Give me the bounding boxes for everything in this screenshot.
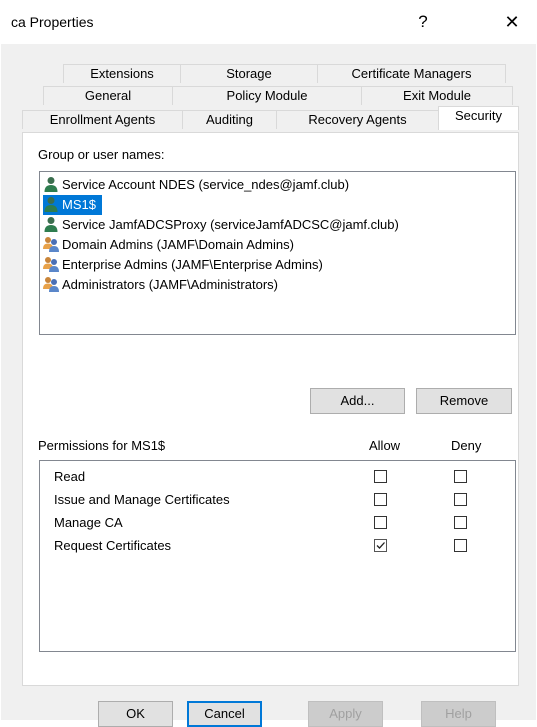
principal-item[interactable]: Service JamfADCSProxy (serviceJamfADCSC@… bbox=[43, 215, 405, 235]
help-button[interactable]: ? bbox=[403, 8, 443, 36]
permission-name: Issue and Manage Certificates bbox=[54, 492, 230, 507]
allow-checkbox-issue-manage[interactable] bbox=[374, 493, 387, 506]
close-button[interactable]: ✕ bbox=[492, 8, 532, 36]
window-title: ca Properties bbox=[11, 14, 94, 30]
group-icon bbox=[43, 257, 59, 272]
tab-exit-module[interactable]: Exit Module bbox=[361, 86, 513, 105]
principal-name: MS1$ bbox=[62, 197, 96, 212]
ok-button[interactable]: OK bbox=[98, 701, 173, 727]
tab-extensions[interactable]: Extensions bbox=[63, 64, 181, 83]
deny-checkbox-request-certificates[interactable] bbox=[454, 539, 467, 552]
tab-row-1: Extensions Storage Certificate Managers bbox=[1, 64, 536, 84]
principal-name: Service JamfADCSProxy (serviceJamfADCSC@… bbox=[62, 217, 399, 232]
permission-name: Read bbox=[54, 469, 86, 484]
tab-row-3: Enrollment Agents Auditing Recovery Agen… bbox=[1, 106, 536, 130]
group-icon bbox=[43, 237, 59, 252]
help-dialog-button[interactable]: Help bbox=[421, 701, 496, 727]
tab-storage[interactable]: Storage bbox=[180, 64, 318, 83]
cancel-button[interactable]: Cancel bbox=[187, 701, 262, 727]
permission-name: Request Certificates bbox=[54, 538, 172, 553]
checkmark-icon bbox=[376, 542, 385, 549]
tab-row-2: General Policy Module Exit Module bbox=[1, 86, 536, 106]
security-tab-panel: Group or user names: Service Account NDE… bbox=[22, 132, 519, 686]
allow-column-header: Allow bbox=[369, 438, 401, 453]
allow-checkbox-manage-ca[interactable] bbox=[374, 516, 387, 529]
deny-checkbox-issue-manage[interactable] bbox=[454, 493, 467, 506]
add-button[interactable]: Add... bbox=[310, 388, 405, 414]
principal-name: Domain Admins (JAMF\Domain Admins) bbox=[62, 237, 294, 252]
tab-auditing[interactable]: Auditing bbox=[182, 110, 277, 129]
tab-enrollment-agents[interactable]: Enrollment Agents bbox=[22, 110, 183, 129]
deny-checkbox-read[interactable] bbox=[454, 470, 467, 483]
deny-column-header: Deny bbox=[451, 438, 482, 453]
principal-name: Service Account NDES (service_ndes@jamf.… bbox=[62, 177, 350, 192]
permission-name: Manage CA bbox=[54, 515, 123, 530]
remove-button[interactable]: Remove bbox=[416, 388, 512, 414]
user-icon bbox=[44, 217, 58, 232]
deny-checkbox-manage-ca[interactable] bbox=[454, 516, 467, 529]
allow-checkbox-read[interactable] bbox=[374, 470, 387, 483]
group-or-user-names-label: Group or user names: bbox=[38, 147, 165, 162]
tab-security[interactable]: Security bbox=[438, 106, 519, 130]
tab-recovery-agents[interactable]: Recovery Agents bbox=[276, 110, 439, 129]
user-icon bbox=[44, 177, 58, 192]
group-icon bbox=[43, 277, 59, 292]
apply-button[interactable]: Apply bbox=[308, 701, 383, 727]
dialog-client-area: Extensions Storage Certificate Managers … bbox=[1, 44, 536, 727]
principal-item[interactable]: Enterprise Admins (JAMF\Enterprise Admin… bbox=[43, 255, 329, 275]
title-bar: ca Properties ? ✕ bbox=[0, 0, 537, 44]
principal-name: Enterprise Admins (JAMF\Enterprise Admin… bbox=[62, 257, 323, 272]
tab-certificate-managers[interactable]: Certificate Managers bbox=[317, 64, 506, 83]
principal-item-selected[interactable]: MS1$ bbox=[43, 195, 102, 215]
tab-general[interactable]: General bbox=[43, 86, 173, 105]
principals-listbox[interactable]: Service Account NDES (service_ndes@jamf.… bbox=[39, 171, 516, 335]
permissions-list: Read Issue and Manage Certificates Manag… bbox=[39, 460, 516, 652]
allow-checkbox-request-certificates[interactable] bbox=[374, 539, 387, 552]
principal-item[interactable]: Domain Admins (JAMF\Domain Admins) bbox=[43, 235, 300, 255]
tab-policy-module[interactable]: Policy Module bbox=[172, 86, 362, 105]
principal-item[interactable]: Service Account NDES (service_ndes@jamf.… bbox=[43, 175, 355, 195]
user-icon bbox=[44, 197, 58, 212]
principal-name: Administrators (JAMF\Administrators) bbox=[62, 277, 278, 292]
permissions-label: Permissions for MS1$ bbox=[38, 438, 166, 453]
principal-item[interactable]: Administrators (JAMF\Administrators) bbox=[43, 275, 284, 295]
